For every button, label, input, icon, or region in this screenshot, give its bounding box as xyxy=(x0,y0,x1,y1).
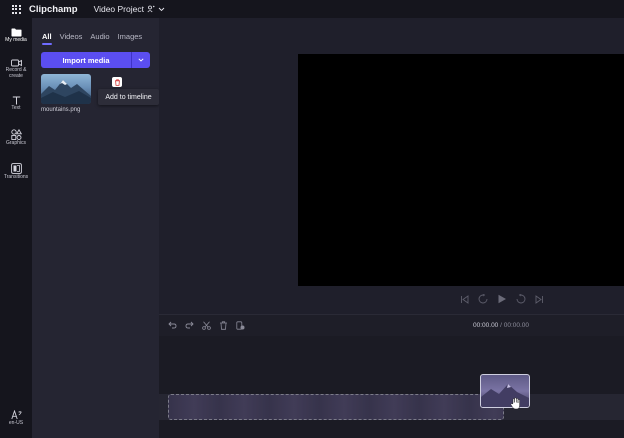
project-title: Video Project xyxy=(93,4,144,14)
timecode: 00:00.00 / 00:00.00 xyxy=(473,322,529,329)
clip-drop-zone[interactable] xyxy=(168,394,504,420)
rail-item-my-media[interactable]: My media xyxy=(0,28,32,44)
chevron-down-icon xyxy=(138,58,144,62)
import-media-button[interactable]: Import media xyxy=(41,52,150,68)
undo-icon[interactable] xyxy=(168,321,177,329)
timeline[interactable] xyxy=(159,336,624,438)
tab-videos[interactable]: Videos xyxy=(60,32,83,45)
rail-label: Text xyxy=(11,105,21,111)
rail-label: Transitions xyxy=(3,174,29,180)
language-label: en-US xyxy=(8,420,24,426)
skip-back-icon[interactable] xyxy=(460,294,469,304)
delete-media-button[interactable] xyxy=(112,77,122,87)
tab-all[interactable]: All xyxy=(42,32,52,45)
timeline-toolbar: 00:00.00 / 00:00.00 xyxy=(159,314,624,336)
play-icon[interactable] xyxy=(497,294,507,304)
media-panel: All Videos Audio Images Import media mou… xyxy=(32,18,159,438)
playback-controls xyxy=(460,294,544,304)
language-button[interactable]: en-US xyxy=(0,410,32,427)
grab-cursor-icon xyxy=(510,397,520,410)
brand-name: Clipchamp xyxy=(29,3,78,15)
transitions-icon xyxy=(10,163,22,174)
trash-icon xyxy=(114,78,120,86)
rail-item-record-create[interactable]: Record & create xyxy=(0,59,32,79)
text-icon xyxy=(12,96,20,105)
delete-icon[interactable] xyxy=(219,321,228,330)
rail-item-graphics[interactable]: Graphics xyxy=(0,129,32,147)
rewind-5-icon[interactable] xyxy=(478,294,488,304)
split-scissors-icon[interactable] xyxy=(202,321,211,330)
current-time: 00:00.00 xyxy=(473,322,499,329)
media-filename: mountains.png xyxy=(41,107,81,113)
import-media-label: Import media xyxy=(62,55,110,65)
media-tabs: All Videos Audio Images xyxy=(42,32,142,45)
app-launcher-icon[interactable] xyxy=(0,0,32,18)
mountains-image xyxy=(481,384,529,407)
rail-item-text[interactable]: Text xyxy=(0,96,32,112)
media-thumbnail[interactable] xyxy=(41,74,91,104)
shapes-icon xyxy=(10,129,22,140)
import-options-dropdown[interactable] xyxy=(131,52,150,68)
camera-icon xyxy=(10,59,22,67)
dragged-clip[interactable] xyxy=(480,374,530,408)
redo-icon[interactable] xyxy=(185,321,194,329)
video-preview xyxy=(298,54,624,286)
skip-forward-icon[interactable] xyxy=(535,294,544,304)
project-title-button[interactable]: Video Project xyxy=(94,4,165,14)
rail-label: My media xyxy=(5,37,27,43)
rail-label: Record & create xyxy=(5,67,27,79)
share-people-icon xyxy=(147,5,155,13)
add-to-timeline-tooltip: Add to timeline xyxy=(98,89,159,105)
rail-item-transitions[interactable]: Transitions xyxy=(0,163,32,181)
language-icon xyxy=(10,410,22,420)
rail-label: Graphics xyxy=(5,140,26,146)
total-time: 00:00.00 xyxy=(503,322,530,329)
folder-icon xyxy=(11,28,21,37)
top-bar: Clipchamp Video Project xyxy=(0,0,624,18)
mountains-image xyxy=(41,80,91,104)
left-rail: My media Record & create Text Graphics T… xyxy=(0,18,32,438)
detach-audio-icon[interactable] xyxy=(236,321,245,330)
chevron-down-icon xyxy=(158,7,165,11)
forward-5-icon[interactable] xyxy=(516,294,526,304)
tab-audio[interactable]: Audio xyxy=(90,32,109,45)
tab-images[interactable]: Images xyxy=(118,32,143,45)
